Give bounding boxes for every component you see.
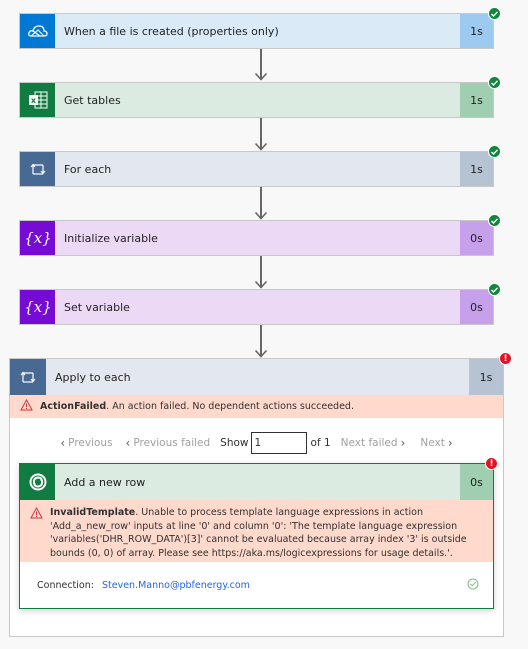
warning-icon: [30, 506, 43, 524]
iteration-input[interactable]: [250, 432, 307, 454]
success-check-icon: [488, 7, 501, 20]
step-duration: 1s: [460, 152, 493, 186]
warning-icon: [20, 398, 33, 414]
connector-arrow: [255, 118, 267, 151]
step-title: Add a new row: [55, 464, 460, 500]
connection-link[interactable]: Steven.Manno@pbfenergy.com: [102, 580, 467, 591]
of-total-label: of 1: [310, 437, 331, 449]
next-failed-button[interactable]: Next failed ›: [341, 436, 409, 450]
excel-icon: x: [20, 83, 55, 117]
step-card-get-tables[interactable]: x Get tables 1s: [19, 82, 494, 118]
apply-error-banner: ActionFailed. An action failed. No depen…: [10, 395, 503, 418]
connector-arrow: [255, 325, 267, 358]
step-card-set-variable[interactable]: {x} Set variable 0s: [19, 289, 494, 325]
svg-text:{x}: {x}: [26, 298, 50, 316]
add-new-row-header[interactable]: Add a new row 0s: [20, 464, 493, 500]
loop-icon: [10, 359, 46, 395]
error-status-icon: !: [485, 457, 498, 470]
success-check-icon: [488, 76, 501, 89]
error-code: ActionFailed: [40, 401, 107, 412]
success-check-icon: [488, 283, 501, 296]
step-title: For each: [55, 152, 460, 186]
connection-ok-icon: [467, 578, 479, 593]
show-label: Show: [220, 437, 249, 449]
chevron-left-icon: ‹: [125, 436, 131, 450]
add-new-row-card: Add a new row 0s InvalidTemplate. Unable…: [19, 463, 494, 609]
previous-button[interactable]: ‹ Previous: [57, 436, 112, 450]
connector-arrow: [255, 49, 267, 81]
step-title: Initialize variable: [55, 221, 460, 255]
success-check-icon: [488, 145, 501, 158]
svg-text:x: x: [30, 96, 36, 105]
apply-to-each-container: Apply to each 1s ActionFailed. An action…: [9, 358, 504, 637]
step-card-trigger[interactable]: When a file is created (properties only)…: [19, 13, 494, 49]
loop-icon: [20, 152, 55, 186]
connection-row: Connection: Steven.Manno@pbfenergy.com: [20, 562, 493, 608]
add-new-row-error-banner: InvalidTemplate. Unable to process templ…: [20, 500, 493, 562]
success-check-icon: [488, 214, 501, 227]
step-title: Set variable: [55, 290, 460, 324]
step-title: When a file is created (properties only): [55, 14, 460, 48]
iteration-pager: ‹ Previous ‹ Previous failed Show of 1 N…: [10, 431, 503, 455]
error-code: InvalidTemplate: [50, 507, 136, 518]
step-duration: 0s: [460, 290, 493, 324]
connector-arrow: [255, 256, 267, 289]
step-card-initialize-variable[interactable]: {x} Initialize variable 0s: [19, 220, 494, 256]
step-title: Apply to each: [46, 359, 469, 395]
connector-arrow: [255, 187, 267, 220]
error-message: . An action failed. No dependent actions…: [106, 401, 354, 412]
onedrive-cloud-icon: [20, 14, 55, 48]
apply-to-each-header[interactable]: Apply to each 1s: [10, 359, 503, 395]
variable-icon: {x}: [20, 290, 55, 324]
next-button[interactable]: Next ›: [420, 436, 455, 450]
step-duration: 0s: [460, 221, 493, 255]
step-card-for-each[interactable]: For each 1s: [19, 151, 494, 187]
chevron-right-icon: ›: [447, 436, 453, 450]
connection-label: Connection:: [37, 579, 94, 591]
chevron-left-icon: ‹: [60, 436, 66, 450]
error-status-icon: !: [499, 352, 512, 365]
step-title: Get tables: [55, 83, 460, 117]
step-duration: 1s: [460, 14, 493, 48]
chevron-right-icon: ›: [400, 436, 406, 450]
step-duration: 1s: [460, 83, 493, 117]
svg-text:{x}: {x}: [26, 229, 50, 247]
step-duration: 1s: [469, 359, 503, 395]
variable-icon: {x}: [20, 221, 55, 255]
dataverse-icon: [20, 464, 55, 500]
previous-failed-button[interactable]: ‹ Previous failed: [123, 436, 211, 450]
